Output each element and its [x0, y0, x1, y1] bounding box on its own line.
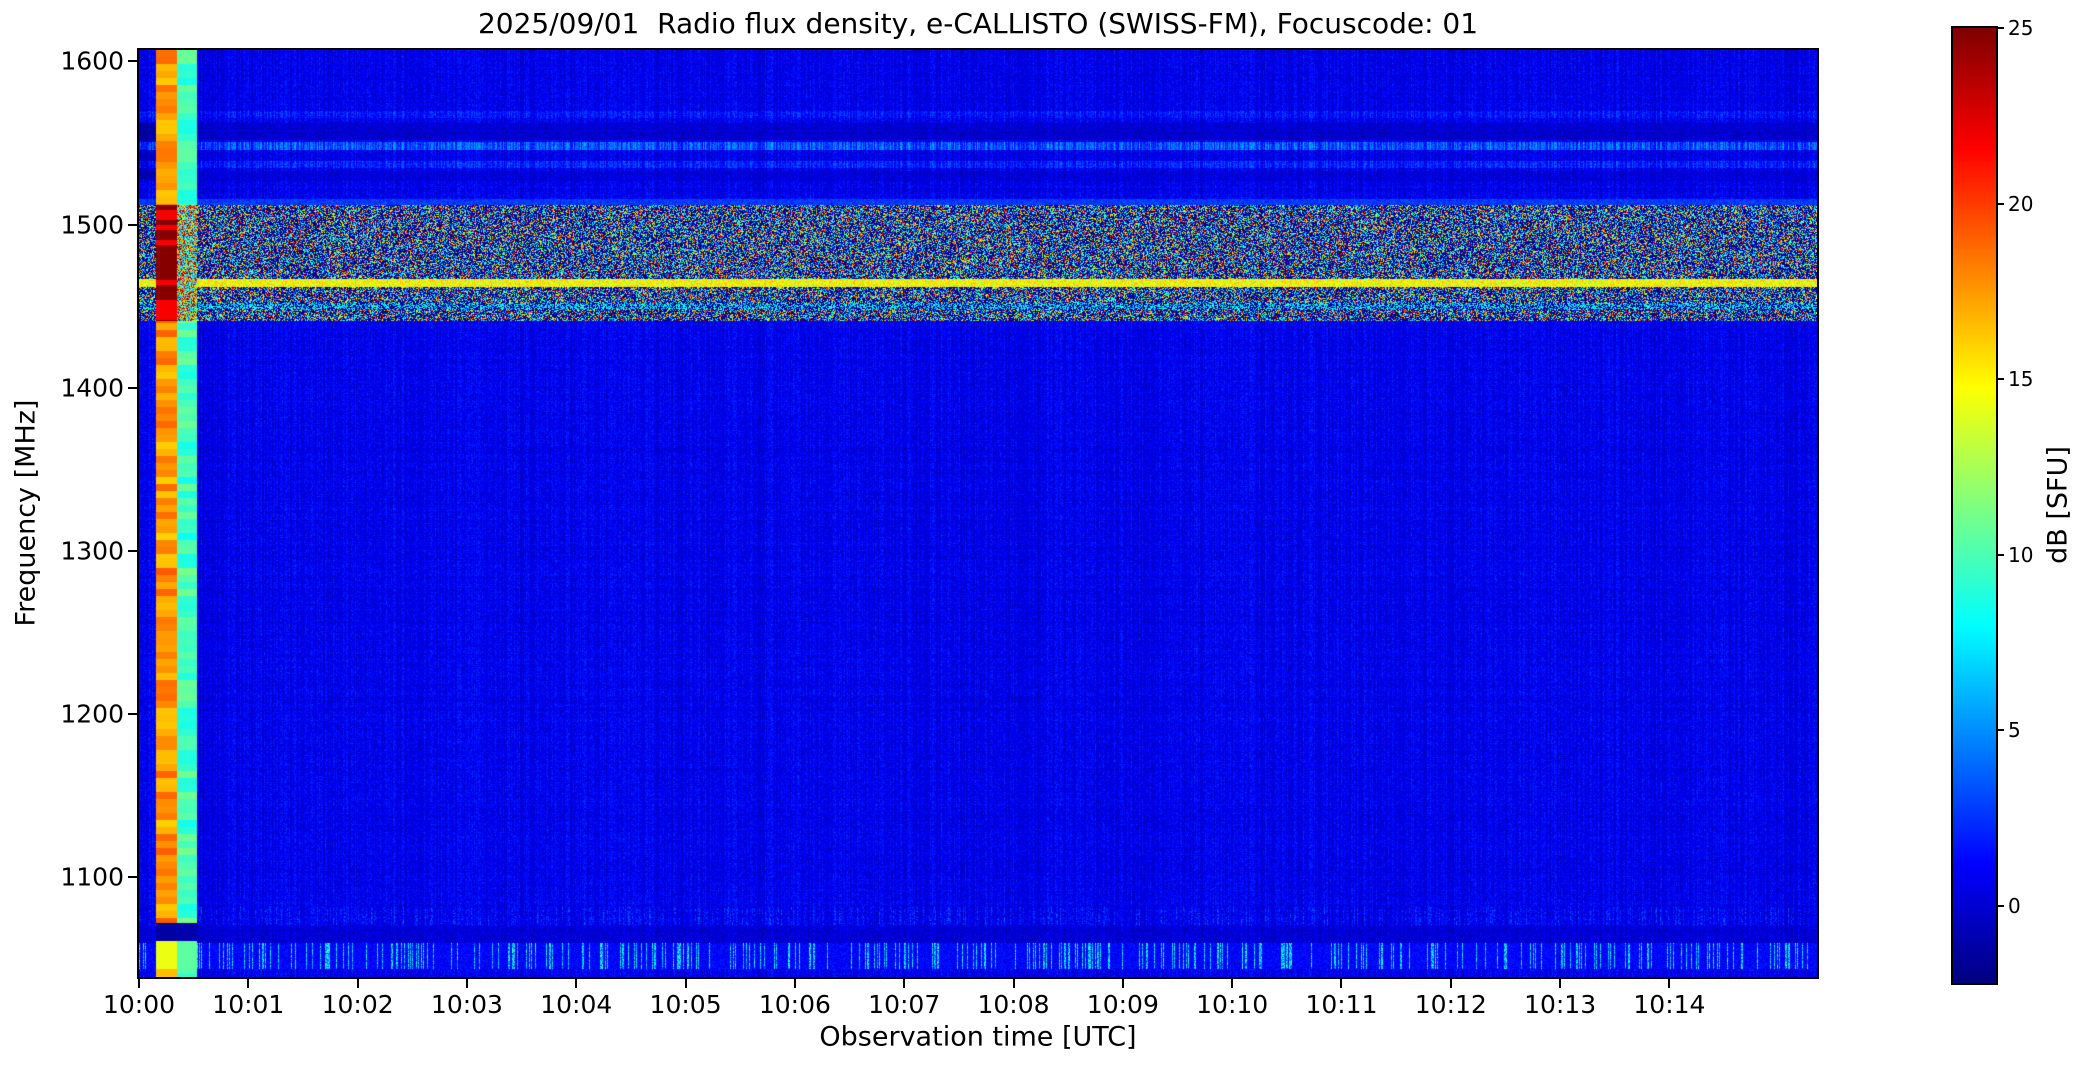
colorbar-tick-label: 0: [2008, 893, 2021, 918]
x-tick-mark: [356, 979, 359, 988]
x-tick-mark: [138, 979, 140, 988]
y-tick-label: 1400: [60, 373, 124, 403]
x-tick-mark: [1449, 979, 1452, 988]
colorbar-tick-label: 10: [2008, 542, 2034, 567]
colorbar-tick-mark: [1996, 553, 2004, 556]
y-tick-mark: [128, 60, 137, 63]
x-tick-label: 10:12: [1414, 990, 1487, 1019]
x-tick-label: 10:06: [758, 990, 831, 1019]
y-tick-mark: [128, 876, 137, 879]
x-axis-label: Observation time [UTC]: [819, 1021, 1137, 1053]
colorbar: [1951, 26, 1998, 985]
y-tick-label: 1500: [60, 210, 124, 240]
y-tick-label: 1100: [60, 862, 124, 892]
colorbar-tick-label: 25: [2008, 16, 2034, 40]
x-tick-mark: [465, 979, 468, 988]
colorbar-tick-mark: [1996, 202, 2004, 205]
spectrogram-canvas: [139, 50, 1817, 977]
y-tick-mark: [128, 713, 137, 716]
x-tick-mark: [903, 979, 906, 988]
x-tick-mark: [1559, 979, 1562, 988]
x-tick-label: 10:01: [212, 990, 285, 1019]
colorbar-gradient-canvas: [1953, 28, 1996, 983]
x-tick-mark: [1012, 979, 1015, 988]
x-tick-mark: [247, 979, 250, 988]
x-tick-label: 10:07: [868, 990, 941, 1019]
x-tick-label: 10:04: [540, 990, 613, 1019]
colorbar-tick-mark: [1996, 904, 2004, 907]
x-tick-label: 10:14: [1633, 990, 1706, 1019]
y-tick-label: 1600: [60, 46, 124, 76]
colorbar-label: dB [SFU]: [2042, 446, 2074, 564]
x-tick-mark: [1231, 979, 1234, 988]
x-tick-mark: [1668, 979, 1671, 988]
colorbar-tick-label: 15: [2008, 367, 2034, 392]
colorbar-tick-mark: [1996, 729, 2004, 732]
x-tick-mark: [1121, 979, 1124, 988]
y-tick-label: 1200: [60, 699, 124, 729]
y-tick-mark: [128, 223, 137, 226]
x-tick-label: 10:03: [430, 990, 503, 1019]
colorbar-tick-mark: [1996, 378, 2004, 381]
y-tick-mark: [128, 550, 137, 553]
x-tick-label: 10:05: [649, 990, 722, 1019]
plot-area: [137, 48, 1819, 979]
colorbar-tick-label: 20: [2008, 191, 2034, 216]
y-axis-label: Frequency [MHz]: [10, 399, 42, 627]
x-tick-mark: [684, 979, 687, 988]
y-tick-mark: [128, 386, 137, 389]
x-tick-label: 10:02: [321, 990, 394, 1019]
x-tick-label: 10:08: [977, 990, 1050, 1019]
x-tick-mark: [793, 979, 796, 988]
colorbar-tick-label: 5: [2008, 718, 2021, 743]
y-tick-label: 1300: [60, 536, 124, 566]
x-tick-label: 10:00: [102, 990, 176, 1019]
chart-title: 2025/09/01 Radio flux density, e-CALLIST…: [477, 7, 1479, 40]
x-tick-mark: [575, 979, 578, 988]
x-tick-mark: [1340, 979, 1343, 988]
x-tick-label: 10:10: [1196, 990, 1269, 1019]
x-tick-label: 10:09: [1086, 990, 1159, 1019]
spectrogram-figure: 2025/09/01 Radio flux density, e-CALLIST…: [0, 0, 2082, 1067]
x-tick-label: 10:13: [1524, 990, 1597, 1019]
colorbar-tick-mark: [1996, 27, 2004, 29]
x-tick-label: 10:11: [1305, 990, 1378, 1019]
